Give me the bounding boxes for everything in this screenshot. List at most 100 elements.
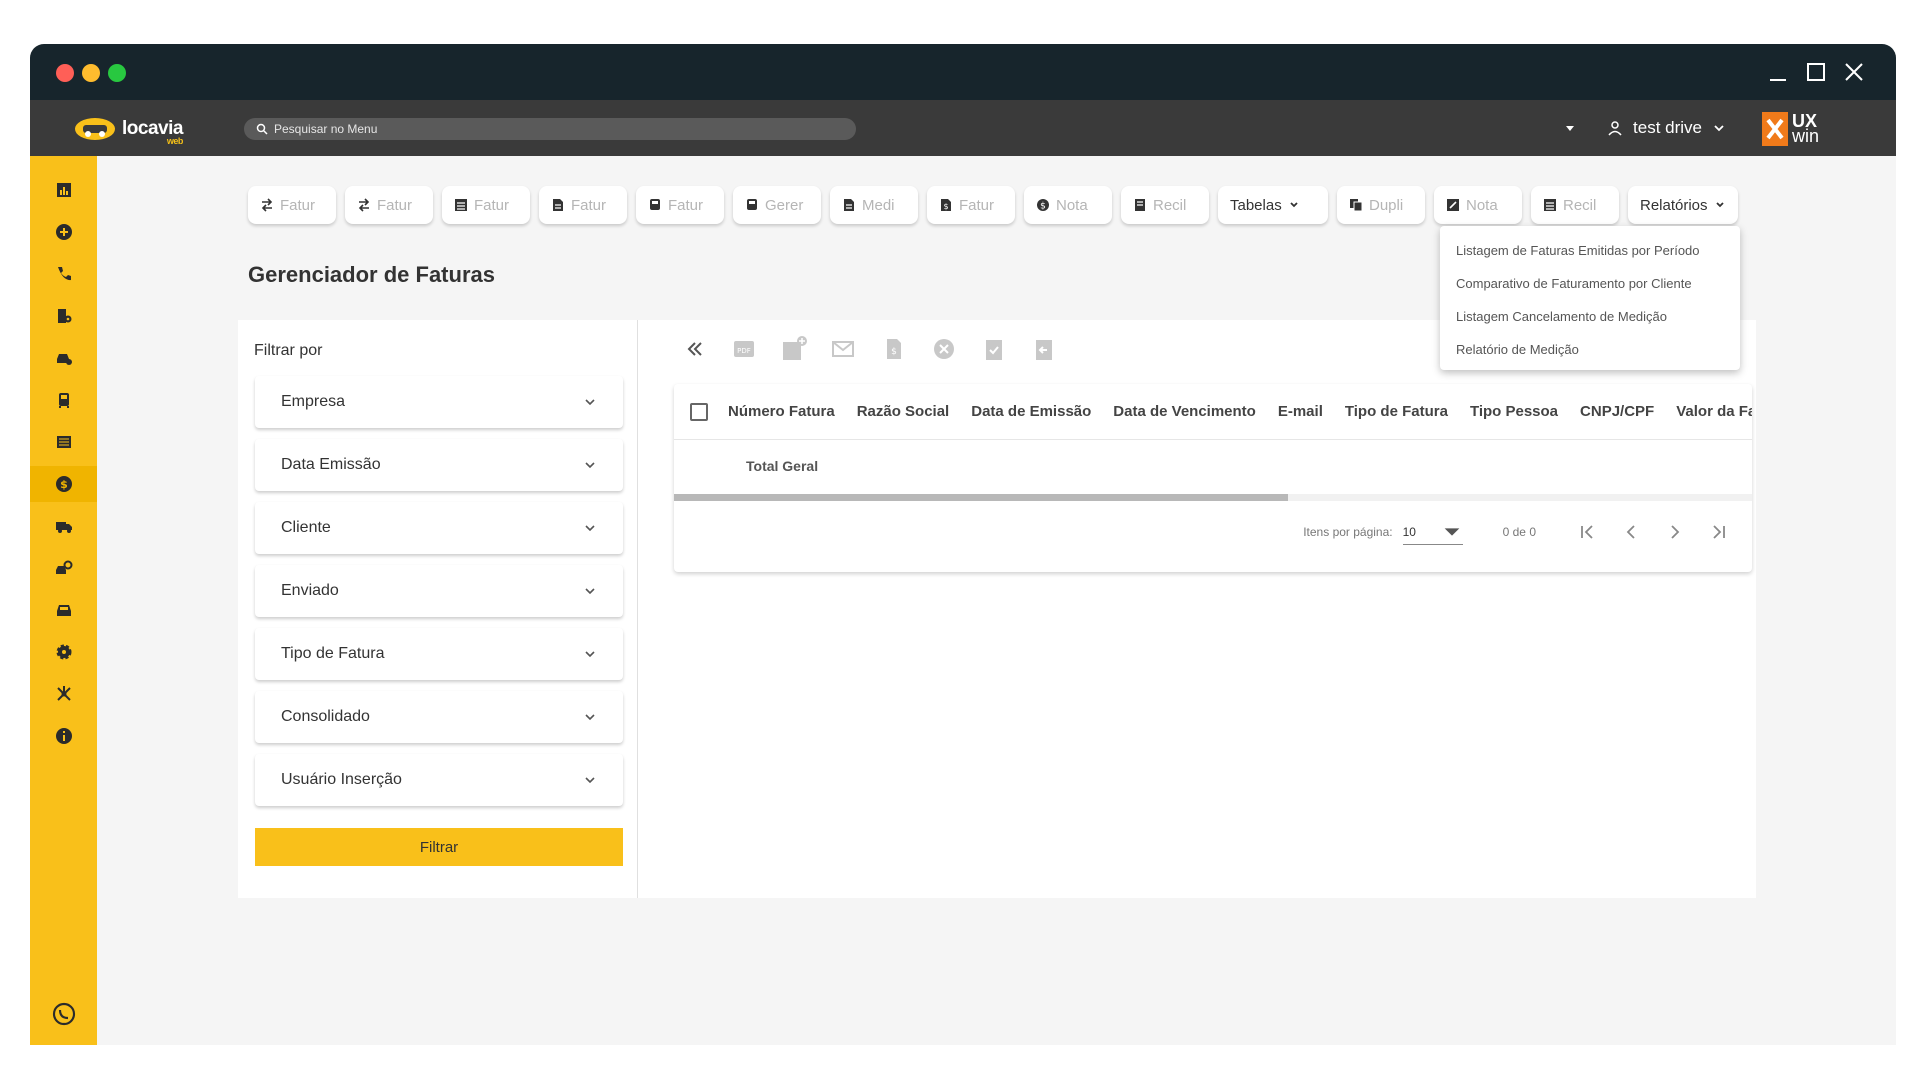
email-send-icon[interactable] xyxy=(830,335,858,363)
menu-item[interactable]: Relatório de Medição xyxy=(1440,333,1740,366)
sidebar-item-settings[interactable] xyxy=(30,634,97,670)
sidebar-item-logistics[interactable] xyxy=(30,508,97,544)
calendar-add-icon[interactable] xyxy=(780,335,808,363)
filter-enviado[interactable]: Enviado xyxy=(255,565,623,617)
sidebar-item-companies[interactable] xyxy=(30,298,97,334)
doc-dollar-icon[interactable]: $ xyxy=(880,335,908,363)
scrollbar-thumb[interactable] xyxy=(674,494,1289,501)
exchange-icon xyxy=(358,198,370,212)
toolbar-button-9[interactable]: $ Nota xyxy=(1024,186,1112,224)
select-all-checkbox[interactable] xyxy=(690,402,708,421)
sidebar-item-vehicles[interactable] xyxy=(30,592,97,628)
last-page-icon[interactable] xyxy=(1708,521,1730,543)
toolbar-button-11[interactable]: Dupli xyxy=(1337,186,1425,224)
zoom-dot[interactable] xyxy=(108,64,126,82)
filter-button[interactable]: Filtrar xyxy=(255,828,623,866)
column-header[interactable]: Valor da Fatura xyxy=(1676,403,1752,420)
sidebar-item-info[interactable] xyxy=(30,718,97,754)
svg-text:$: $ xyxy=(943,202,948,211)
menu-item[interactable]: Listagem de Faturas Emitidas por Período xyxy=(1440,234,1740,267)
sidebar-item-car-search[interactable] xyxy=(30,550,97,586)
column-header[interactable]: Data de Emissão xyxy=(971,403,1091,420)
menu-search[interactable]: Pesquisar no Menu xyxy=(244,118,856,140)
receipt-icon xyxy=(1135,199,1145,211)
sidebar-item-reports[interactable] xyxy=(30,172,97,208)
toolbar-button-2[interactable]: Fatur xyxy=(345,186,433,224)
sidebar-item-bus[interactable] xyxy=(30,382,97,418)
menu-item[interactable]: Comparativo de Faturamento por Cliente xyxy=(1440,267,1740,300)
clipboard-check-icon[interactable] xyxy=(980,335,1008,363)
toolbar-button-7[interactable]: Medi xyxy=(830,186,918,224)
filter-consolidado[interactable]: Consolidado xyxy=(255,691,623,743)
horizontal-scrollbar[interactable] xyxy=(674,494,1752,501)
main-panel: Filtrar por Empresa Data Emissão Cliente… xyxy=(238,320,1756,898)
toolbar-button-label: Nota xyxy=(1466,196,1498,214)
minimize-icon[interactable] xyxy=(1764,58,1792,86)
doc-icon xyxy=(553,199,563,211)
filter-empresa[interactable]: Empresa xyxy=(255,376,623,428)
filter-data-emissao[interactable]: Data Emissão xyxy=(255,439,623,491)
relatorios-menu-button[interactable]: Relatórios xyxy=(1628,186,1738,224)
list-icon xyxy=(455,199,467,211)
dollar-icon: $ xyxy=(55,476,72,492)
filter-tipo-fatura[interactable]: Tipo de Fatura xyxy=(255,628,623,680)
locavia-logo[interactable]: locavia web xyxy=(74,114,183,146)
toolbar-button-10[interactable]: Recil xyxy=(1121,186,1209,224)
truck-icon xyxy=(55,522,72,533)
toolbar-button-6[interactable]: Gerer xyxy=(733,186,821,224)
toolbar-button-12[interactable]: Nota xyxy=(1434,186,1522,224)
column-header[interactable]: Data de Vencimento xyxy=(1113,403,1256,420)
column-header[interactable]: CNPJ/CPF xyxy=(1580,403,1654,420)
close-dot[interactable] xyxy=(56,64,74,82)
close-icon[interactable] xyxy=(1840,58,1868,86)
cancel-icon[interactable] xyxy=(930,335,958,363)
per-page-label: Itens por página: xyxy=(1303,525,1393,539)
pdf-icon[interactable]: PDF xyxy=(730,335,758,363)
fleet-icon xyxy=(56,436,71,448)
relatorios-menu: Listagem de Faturas Emitidas por Período… xyxy=(1440,226,1740,370)
toolbar-button-8[interactable]: $ Fatur xyxy=(927,186,1015,224)
gear-icon xyxy=(56,644,71,660)
column-header[interactable]: Tipo Pessoa xyxy=(1470,403,1558,420)
toolbar-button-1[interactable]: Fatur xyxy=(248,186,336,224)
clipboard-back-icon[interactable] xyxy=(1030,335,1058,363)
toolbar-button-label: Fatur xyxy=(474,196,510,214)
paginator: Itens por página: 10 0 de 0 xyxy=(1303,512,1752,552)
per-page-select[interactable]: 10 xyxy=(1402,519,1463,545)
exchange-icon xyxy=(261,198,273,212)
sidebar-item-integrations[interactable] xyxy=(30,676,97,712)
column-header[interactable]: E-mail xyxy=(1278,403,1323,420)
user-name[interactable]: test drive xyxy=(1633,118,1702,138)
filter-label: Enviado xyxy=(281,582,339,599)
previous-page-icon[interactable] xyxy=(1620,521,1642,543)
first-page-icon[interactable] xyxy=(1576,521,1598,543)
menu-item[interactable]: Listagem Cancelamento de Medição xyxy=(1440,300,1740,333)
doc-icon xyxy=(844,199,854,211)
sidebar-item-whatsapp[interactable] xyxy=(30,996,97,1032)
building-icon xyxy=(57,309,71,323)
chevron-down-icon[interactable] xyxy=(1712,121,1726,135)
column-header[interactable]: Tipo de Fatura xyxy=(1345,403,1448,420)
toolbar-button-3[interactable]: Fatur xyxy=(442,186,530,224)
tabelas-menu-button[interactable]: Tabelas xyxy=(1218,186,1328,224)
maximize-icon[interactable] xyxy=(1802,58,1830,86)
caret-down-icon[interactable] xyxy=(1563,121,1577,135)
sidebar-item-add[interactable] xyxy=(30,214,97,250)
filter-label: Consolidado xyxy=(281,708,370,725)
collapse-left-icon[interactable] xyxy=(680,335,708,363)
sidebar-item-financial[interactable]: $ xyxy=(30,466,97,502)
filter-usuario-insercao[interactable]: Usuário Inserção xyxy=(255,754,623,806)
toolbar-button-13[interactable]: Recil xyxy=(1531,186,1619,224)
minimize-dot[interactable] xyxy=(82,64,100,82)
column-header[interactable]: Número Fatura xyxy=(728,403,835,420)
sidebar-item-fleet[interactable] xyxy=(30,424,97,460)
logo-text: locavia web xyxy=(122,118,183,146)
invoice-grid-area: PDF $ Número Fatura Razão Social Data de… xyxy=(658,320,1756,898)
next-page-icon[interactable] xyxy=(1664,521,1686,543)
column-header[interactable]: Razão Social xyxy=(857,403,950,420)
sidebar-item-rental[interactable] xyxy=(30,340,97,376)
filter-cliente[interactable]: Cliente xyxy=(255,502,623,554)
sidebar-item-calls[interactable] xyxy=(30,256,97,292)
toolbar-button-4[interactable]: Fatur xyxy=(539,186,627,224)
toolbar-button-5[interactable]: Fatur xyxy=(636,186,724,224)
